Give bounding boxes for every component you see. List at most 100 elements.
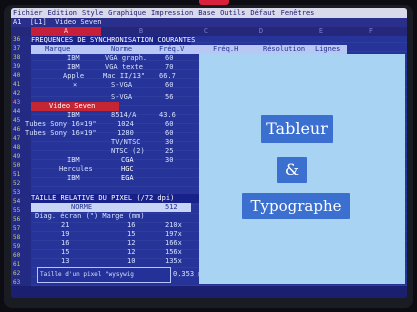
cell-freqv[interactable]: 66.7 xyxy=(159,72,176,81)
label-norme[interactable]: NORME xyxy=(71,203,92,212)
cell-norme[interactable]: TV/NTSC xyxy=(111,138,141,147)
cell-norme[interactable]: 1024 xyxy=(117,120,134,129)
cell-diag[interactable]: 19 xyxy=(61,230,69,239)
row-number-selected[interactable]: 43 xyxy=(13,99,20,106)
typographe-button[interactable]: Typographe xyxy=(242,193,350,219)
row-number[interactable]: 37 xyxy=(13,45,20,52)
cell-norme[interactable]: VGA texte xyxy=(105,63,143,72)
row-number[interactable]: 63 xyxy=(13,279,20,286)
cell-value[interactable]: 197x xyxy=(165,230,182,239)
row-number[interactable]: 36 xyxy=(13,36,20,43)
cell-marge[interactable]: 10 xyxy=(127,257,135,266)
cell-freqv[interactable]: 30 xyxy=(165,138,173,147)
menu-edition[interactable]: Edition xyxy=(48,8,78,18)
cell-freqv[interactable]: 25 xyxy=(165,147,173,156)
cell-marque[interactable]: IBM xyxy=(67,54,80,63)
column-header-a[interactable]: A xyxy=(31,27,101,36)
cell-value[interactable]: 166x xyxy=(165,239,182,248)
row-number[interactable]: 41 xyxy=(13,81,20,88)
cell-freqv[interactable]: 60 xyxy=(165,54,173,63)
cell-freqv[interactable]: 60 xyxy=(165,81,173,90)
cell-freqv[interactable]: 56 xyxy=(165,93,173,102)
cell-marque[interactable]: IBM xyxy=(67,111,80,120)
tableur-button[interactable]: Tableur xyxy=(261,115,333,143)
row-number[interactable]: 62 xyxy=(13,270,20,277)
cell-marge[interactable]: 12 xyxy=(127,248,135,257)
cell-freqv[interactable]: 60 xyxy=(165,120,173,129)
cell-value[interactable]: 210x xyxy=(165,221,182,230)
cell-diag[interactable]: 15 xyxy=(61,248,69,257)
menu-style[interactable]: Style xyxy=(82,8,103,18)
cell-marque[interactable]: Apple xyxy=(63,72,84,81)
header-resolution[interactable]: Résolution xyxy=(263,45,305,54)
row-number[interactable]: 61 xyxy=(13,261,20,268)
menu-fenetres[interactable]: Fenêtres xyxy=(281,8,315,18)
row-number[interactable]: 53 xyxy=(13,189,20,196)
column-header-d[interactable]: D xyxy=(241,27,281,36)
cell-marque[interactable]: Tubes Sony 16¤19" xyxy=(25,129,97,138)
cell-freqv[interactable]: 43.6 xyxy=(159,111,176,120)
row-number[interactable]: 38 xyxy=(13,54,20,61)
column-header-e[interactable]: E xyxy=(301,27,341,36)
row-number[interactable]: 57 xyxy=(13,225,20,232)
row-number[interactable]: 49 xyxy=(13,153,20,160)
pixel-size-input-box[interactable]: Taille d'un pixel "wysywig xyxy=(37,267,171,283)
row-number[interactable]: 40 xyxy=(13,72,20,79)
cell-norme[interactable]: CGA xyxy=(121,156,134,165)
menu-defaut[interactable]: Défaut xyxy=(250,8,275,18)
column-header-f[interactable]: F xyxy=(351,27,391,36)
header-norme[interactable]: Norme xyxy=(111,45,132,54)
column-header-b[interactable]: B xyxy=(121,27,161,36)
value-norme[interactable]: 512 xyxy=(165,203,178,212)
header-lignes[interactable]: Lignes xyxy=(315,45,340,54)
cell-marque[interactable]: × xyxy=(73,81,77,90)
row-number[interactable]: 54 xyxy=(13,198,20,205)
row-number[interactable]: 45 xyxy=(13,117,20,124)
row-number[interactable]: 56 xyxy=(13,216,20,223)
cell-norme[interactable]: S-VGA xyxy=(111,81,132,90)
cell-diag[interactable]: 16 xyxy=(61,239,69,248)
row-number[interactable]: 58 xyxy=(13,234,20,241)
row-number[interactable]: 42 xyxy=(13,90,20,97)
cell-norme[interactable]: 1280 xyxy=(117,129,134,138)
row-number[interactable]: 50 xyxy=(13,162,20,169)
cell-value[interactable]: 156x xyxy=(165,248,182,257)
cell-marque[interactable]: Tubes Sony 16¤19" xyxy=(25,120,97,129)
menu-fichier[interactable]: Fichier xyxy=(13,8,43,18)
spreadsheet-grid[interactable]: FREQUENCES DE SYNCHRONISATION COURANTES … xyxy=(25,36,407,286)
cell-diag[interactable]: 21 xyxy=(61,221,69,230)
cell-marque-selected[interactable]: Video Seven xyxy=(49,102,95,111)
subheader-diag-marge[interactable]: Diag. écran (") Marge (mm) xyxy=(35,212,145,221)
cell-norme[interactable]: NTSC (2) xyxy=(111,147,145,156)
row-number[interactable]: 52 xyxy=(13,180,20,187)
header-freq-v[interactable]: Fréq.V xyxy=(159,45,184,54)
row-number[interactable]: 47 xyxy=(13,135,20,142)
cell-norme[interactable]: EGA xyxy=(121,174,134,183)
cell-diag[interactable]: 13 xyxy=(61,257,69,266)
row-number[interactable]: 46 xyxy=(13,126,20,133)
row-number[interactable]: 59 xyxy=(13,243,20,250)
cell-marge[interactable]: 12 xyxy=(127,239,135,248)
column-header-c[interactable]: C xyxy=(186,27,226,36)
row-number[interactable]: 44 xyxy=(13,108,20,115)
row-number[interactable]: 51 xyxy=(13,171,20,178)
header-freq-h[interactable]: Fréq.H xyxy=(213,45,238,54)
row-number[interactable]: 55 xyxy=(13,207,20,214)
cell-marge[interactable]: 16 xyxy=(127,221,135,230)
cell-marge[interactable]: 15 xyxy=(127,230,135,239)
cell-freqv[interactable]: 60 xyxy=(165,129,173,138)
cell-norme[interactable]: VGA graph. xyxy=(105,54,147,63)
cell-value[interactable]: 135x xyxy=(165,257,182,266)
cell-freqv[interactable]: 70 xyxy=(165,63,173,72)
cell-norme[interactable]: 8514/A xyxy=(111,111,136,120)
menu-impression[interactable]: Impression xyxy=(151,8,193,18)
cell-reference-bar[interactable]: A1 [L1] Video Seven xyxy=(11,18,407,27)
section-title-taille-pixel[interactable]: TAILLE RELATIVE DU PIXEL (/72 dpi) xyxy=(31,194,174,203)
cell-norme[interactable]: S-VGA xyxy=(111,93,132,102)
menu-outils[interactable]: Outils xyxy=(220,8,245,18)
section-title-frequences[interactable]: FREQUENCES DE SYNCHRONISATION COURANTES xyxy=(31,36,195,45)
row-number[interactable]: 48 xyxy=(13,144,20,151)
cell-norme[interactable]: Mac II/13" xyxy=(103,72,145,81)
cell-marque[interactable]: IBM xyxy=(67,156,80,165)
cell-marque[interactable]: IBM xyxy=(67,174,80,183)
